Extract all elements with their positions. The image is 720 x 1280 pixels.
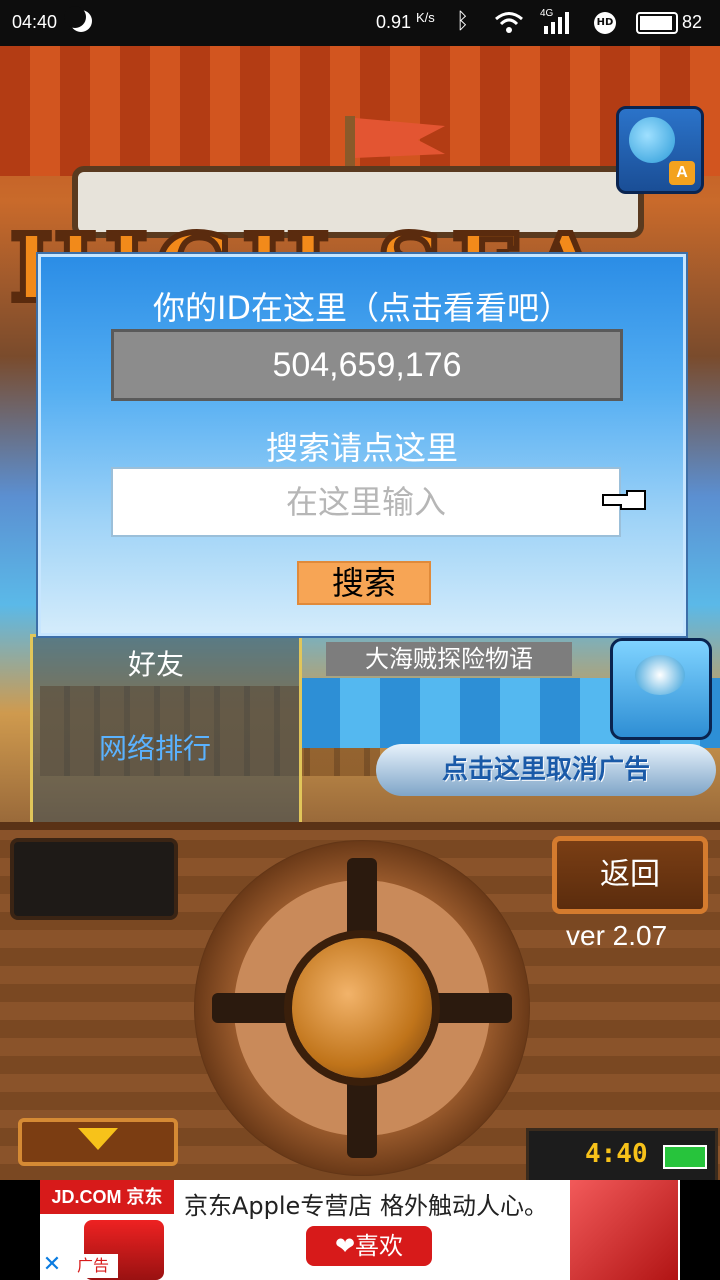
close-icon[interactable]: ✕ [40, 1252, 64, 1278]
ad-banner[interactable]: JD.COM 京东 京东Apple专营店 格外触动人心。 ❤喜欢 ✕ 广告 [0, 1180, 720, 1280]
pointing-hand-icon [601, 487, 647, 513]
ad-pad-left [0, 1180, 40, 1280]
letter-a-icon: A [669, 161, 695, 185]
net-unit: K/s [416, 10, 435, 25]
globe-transfer-icon [635, 655, 685, 695]
version-label: ver 2.07 [566, 920, 668, 951]
net-speed: 0.91 [376, 12, 412, 32]
control-panel: 返回 ver 2.07 4:40 [0, 822, 720, 1184]
cancel-ad-button[interactable]: 点击这里取消广告 [376, 744, 716, 796]
player-id-box[interactable]: 504,659,176 [111, 329, 623, 401]
friend-label: 好友 [128, 648, 185, 681]
friend-panel[interactable]: 好友 网络排行 [30, 634, 302, 822]
game-clock: 4:40 [526, 1128, 718, 1184]
moon-icon [64, 6, 92, 32]
search-button[interactable]: 搜索 [297, 561, 431, 605]
ad-headline: 京东Apple专营店 格外触动人心。 [184, 1192, 548, 1220]
battery-icon [636, 12, 678, 34]
battery-icon [663, 1145, 707, 1169]
search-input[interactable]: 在这里输入 [111, 467, 621, 537]
back-button[interactable]: 返回 [552, 836, 708, 914]
ad-label: 广告 [68, 1254, 118, 1278]
curtain-left [0, 46, 360, 176]
battery-level: 82 [682, 12, 703, 32]
triangle-down-icon [78, 1128, 118, 1150]
hd-icon: HD [594, 12, 616, 34]
language-switch-button[interactable]: A [616, 106, 704, 194]
globe-icon [629, 117, 675, 163]
screen-slot [10, 838, 178, 920]
phone-image [570, 1180, 678, 1280]
transfer-button[interactable] [610, 638, 712, 740]
ad-pad-right [680, 1180, 720, 1280]
status-bar: 04:40 0.91 K/s ᛒ 4G HD 82 [0, 0, 720, 46]
search-title: 搜索请点这里 [265, 429, 458, 467]
ad-brand: JD.COM 京东 [40, 1180, 174, 1214]
dpad-dial[interactable] [194, 840, 530, 1176]
down-button[interactable] [18, 1118, 178, 1166]
status-time: 04:40 [12, 12, 58, 32]
wifi-icon [494, 10, 524, 34]
id-dialog: 你的ID在这里（点击看看吧） 504,659,176 搜索请点这里 在这里输入 … [38, 254, 686, 636]
like-button[interactable]: ❤喜欢 [306, 1226, 432, 1266]
dialog-title: 你的ID在这里（点击看看吧） [152, 289, 572, 327]
clock-time: 4:40 [585, 1139, 648, 1169]
panel-frame [0, 822, 720, 830]
dial-center-button[interactable] [292, 938, 432, 1078]
signal-icon [544, 10, 574, 34]
bluetooth-icon: ᛒ [456, 8, 470, 33]
ranking-label[interactable]: 网络排行 [99, 727, 211, 767]
story-tag: 大海贼探险物语 [326, 642, 572, 676]
